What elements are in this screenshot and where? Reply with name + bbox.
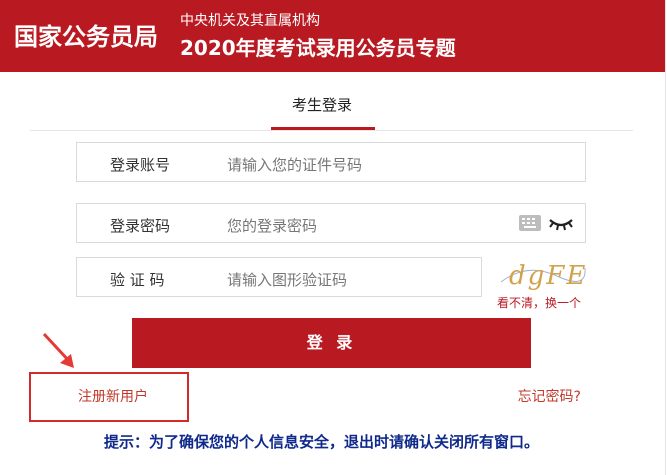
tab-divider	[30, 130, 633, 131]
captcha-input[interactable]: 请输入图形验证码	[227, 269, 347, 290]
captcha-field[interactable]: 验 证 码 请输入图形验证码	[76, 257, 482, 297]
account-input[interactable]: 请输入您的证件号码	[227, 154, 362, 175]
refresh-captcha-link[interactable]: 看不清，换一个	[497, 294, 581, 311]
hide-password-icon[interactable]	[547, 213, 575, 233]
page-border	[665, 0, 666, 475]
arrow-annotation-icon	[42, 332, 74, 368]
account-label: 登录账号	[110, 156, 171, 174]
forgot-password-link[interactable]: 忘记密码?	[518, 386, 581, 406]
account-field[interactable]: 登录账号 请输入您的证件号码	[76, 142, 586, 182]
captcha-label: 验 证 码	[110, 271, 165, 289]
captcha-image-text: dgFE	[509, 261, 587, 291]
tab-candidate-login[interactable]: 考生登录	[270, 94, 374, 115]
password-label: 登录密码	[110, 217, 171, 235]
site-header: 国家公务员局 中央机关及其直属机构 2020年度考试录用公务员专题	[0, 0, 665, 72]
password-input[interactable]: 您的登录密码	[227, 215, 317, 236]
site-brand[interactable]: 国家公务员局	[14, 17, 158, 52]
header-subtitle-line2: 2020年度考试录用公务员专题	[180, 36, 456, 60]
login-button[interactable]: 登 录	[132, 318, 531, 368]
header-subtitle-line1: 中央机关及其直属机构	[180, 13, 320, 29]
captcha-image[interactable]: dgFE	[497, 254, 587, 294]
register-link[interactable]: 注册新用户	[78, 386, 148, 406]
security-tip: 提示：为了确保您的个人信息安全，退出时请确认关闭所有窗口。	[104, 433, 540, 451]
virtual-keyboard-icon[interactable]	[519, 215, 541, 231]
password-field[interactable]: 登录密码 您的登录密码	[76, 203, 586, 243]
